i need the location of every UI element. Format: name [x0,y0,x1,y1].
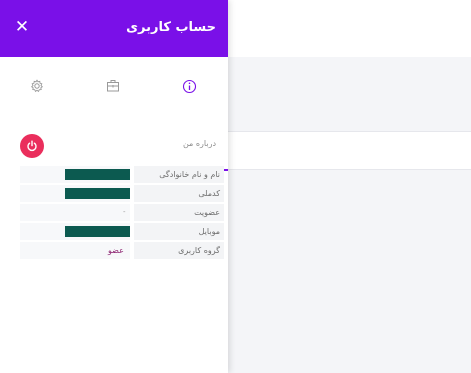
info-icon [182,79,197,94]
info-value [20,166,130,183]
membership-value: - [123,208,126,216]
redacted-value [65,169,130,180]
info-row-user-group: گروه کاربری عضو [20,242,228,261]
info-row-fullname: نام و نام خانوادگی [20,166,228,185]
info-label: کدملی [134,185,224,202]
panel-tabs [0,57,228,171]
user-group-link[interactable]: عضو [108,242,124,259]
info-label: نام و نام خانوادگی [134,166,224,183]
app-content-card [228,131,471,170]
info-row-mobile: موبایل [20,223,228,242]
info-label: عضویت [134,204,224,221]
about-heading: درباره من [182,139,216,148]
redacted-value [65,226,130,237]
power-icon [27,140,37,152]
info-value [20,185,130,202]
briefcase-icon [107,80,119,92]
tab-briefcase[interactable] [76,57,152,115]
panel-title: حساب کاربری [126,20,216,35]
tab-settings[interactable] [0,57,76,115]
redacted-value [65,188,130,199]
app-content-band [228,57,471,131]
gear-icon [30,79,44,93]
info-row-membership: عضویت - [20,204,228,223]
info-value: عضو [20,242,130,259]
close-icon: ✕ [14,17,30,37]
info-label: موبایل [134,223,224,240]
info-row-national-id: کدملی [20,185,228,204]
user-account-panel: ✕ حساب کاربری درباره من نام و نام خانواد… [0,0,228,373]
app-topbar [228,0,471,57]
logout-button[interactable] [20,134,44,158]
info-value: - [20,204,130,221]
tab-info[interactable] [152,57,228,115]
info-label: گروه کاربری [134,242,224,259]
panel-header: ✕ حساب کاربری [0,0,228,57]
close-button[interactable]: ✕ [14,18,30,36]
info-value [20,223,130,240]
user-info-table: نام و نام خانوادگی کدملی عضویت - موبایل … [20,166,228,261]
